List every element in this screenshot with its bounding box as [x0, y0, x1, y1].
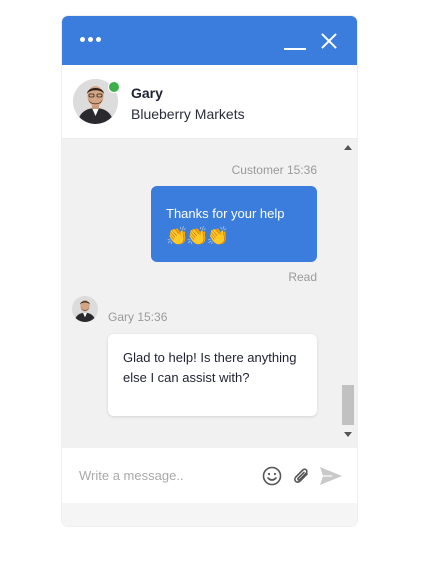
- read-status: Read: [288, 270, 317, 284]
- chat-window: Gary Blueberry Markets Customer 15:36 Th…: [62, 16, 357, 526]
- message-input[interactable]: [79, 462, 239, 488]
- scroll-up-arrow-icon[interactable]: [344, 145, 352, 150]
- agent-company: Blueberry Markets: [131, 106, 245, 122]
- scrollbar[interactable]: [340, 139, 357, 448]
- customer-message-text: Thanks for your help: [166, 206, 285, 221]
- scroll-thumb[interactable]: [342, 385, 354, 425]
- message-composer: [62, 448, 357, 503]
- more-dots-icon[interactable]: [78, 35, 106, 45]
- close-icon[interactable]: [317, 30, 341, 52]
- customer-message-bubble: Thanks for your help 👏👏👏: [151, 186, 317, 262]
- customer-message-meta: Customer 15:36: [231, 163, 317, 177]
- send-icon[interactable]: [318, 465, 344, 487]
- scroll-down-arrow-icon[interactable]: [344, 432, 352, 437]
- message-list[interactable]: Customer 15:36 Thanks for your help 👏👏👏 …: [62, 139, 357, 448]
- smiley-icon[interactable]: [262, 466, 282, 486]
- paperclip-icon[interactable]: [291, 466, 313, 488]
- agent-message-avatar: [72, 296, 98, 322]
- minimize-icon[interactable]: [280, 30, 308, 52]
- agent-message-text: Glad to help! Is there anything else I c…: [123, 350, 297, 385]
- footer-strip: [62, 503, 357, 526]
- online-status-dot: [108, 81, 120, 93]
- clapping-hands-emoji: 👏👏👏: [166, 226, 229, 247]
- agent-header: Gary Blueberry Markets: [62, 65, 357, 139]
- agent-message-meta: Gary 15:36: [108, 310, 168, 324]
- agent-message-bubble: Glad to help! Is there anything else I c…: [108, 334, 317, 416]
- agent-name: Gary: [131, 85, 163, 101]
- title-bar: [62, 16, 357, 65]
